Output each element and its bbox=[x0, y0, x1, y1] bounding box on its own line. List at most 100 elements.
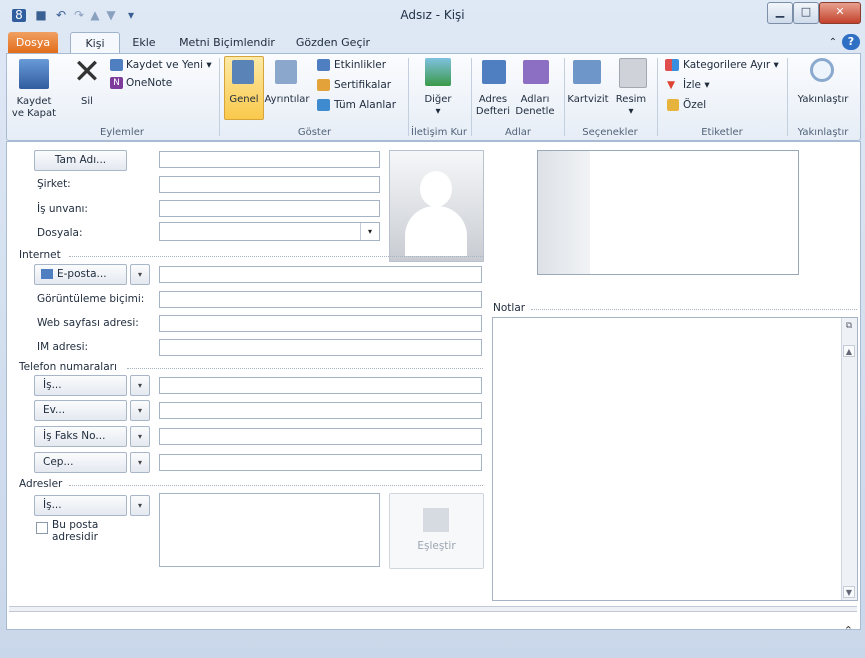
general-view-label: Genel bbox=[229, 94, 259, 105]
delete-x-icon: ✕ bbox=[72, 52, 102, 92]
email-button-label: E-posta... bbox=[57, 268, 107, 280]
mailing-address-checkbox[interactable] bbox=[36, 522, 48, 534]
phone-business-field[interactable] bbox=[159, 377, 482, 394]
activities-button[interactable]: Etkinlikler bbox=[334, 58, 386, 72]
tab-review[interactable]: Gözden Geçir bbox=[290, 32, 376, 53]
section-divider bbox=[531, 309, 857, 310]
tab-file[interactable]: Dosya bbox=[8, 32, 58, 53]
phone-home-button[interactable]: Ev... bbox=[34, 400, 127, 421]
phone-fax-button[interactable]: İş Faks No... bbox=[34, 426, 127, 447]
close-button[interactable]: ✕ bbox=[819, 2, 861, 24]
contact-silhouette-body bbox=[405, 206, 467, 256]
group-show-label: Göster bbox=[297, 127, 332, 138]
section-divider bbox=[127, 368, 483, 369]
internet-section-label: Internet bbox=[19, 249, 61, 261]
picture-label: Resim bbox=[615, 94, 647, 105]
chevron-down-icon[interactable]: ▾ bbox=[360, 223, 379, 240]
follow-up-label: İzle bbox=[683, 79, 701, 91]
group-separator bbox=[657, 58, 658, 136]
check-names-button[interactable]: Adları Denetle bbox=[513, 94, 557, 118]
private-lock-icon bbox=[667, 99, 679, 111]
outlook-contact-window: 8 ■ ↶ ↷ ▲ ▼ ▾ Adsız - Kişi ▁ □ ✕ Dosya K… bbox=[0, 0, 865, 658]
contact-form: Tam Adı... Şirket: İş unvanı: Dosyala: ▾… bbox=[6, 141, 861, 630]
email-dropdown[interactable]: ▾ bbox=[130, 264, 150, 285]
display-as-field[interactable] bbox=[159, 291, 482, 308]
notes-scrollbar[interactable]: ⧉ ▲ ▼ bbox=[841, 318, 857, 600]
phone-home-field[interactable] bbox=[159, 402, 482, 419]
onenote-button[interactable]: OneNote bbox=[126, 76, 172, 90]
tab-contact[interactable]: Kişi bbox=[70, 32, 120, 54]
help-icon[interactable]: ? bbox=[842, 34, 860, 50]
phone-business-button[interactable]: İş... bbox=[34, 375, 127, 396]
company-field[interactable] bbox=[159, 176, 380, 193]
map-icon bbox=[423, 508, 449, 532]
picture-button[interactable]: Resim ▾ bbox=[611, 94, 651, 118]
notes-textarea[interactable]: ⧉ ▲ ▼ bbox=[492, 317, 858, 601]
follow-up-flag-icon: ▼ bbox=[667, 79, 676, 91]
phone-mobile-field[interactable] bbox=[159, 454, 482, 471]
addresses-section-label: Adresler bbox=[19, 478, 63, 490]
contact-photo[interactable] bbox=[389, 150, 484, 262]
more-communicate-button[interactable]: Diğer ▾ bbox=[411, 94, 465, 118]
mailing-address-label: Bu posta adresidir bbox=[52, 519, 99, 543]
ribbon-tabs: Dosya Kişi Ekle Metni Biçimlendir Gözden… bbox=[0, 30, 865, 54]
save-close-icon bbox=[19, 59, 49, 89]
display-as-label: Görüntüleme biçimi: bbox=[37, 293, 145, 305]
map-it-label: Eşleştir bbox=[417, 540, 456, 552]
phone-mobile-dropdown[interactable]: ▾ bbox=[130, 452, 150, 473]
scroll-up-icon[interactable]: ▲ bbox=[843, 345, 855, 357]
phone-fax-dropdown[interactable]: ▾ bbox=[130, 426, 150, 447]
form-splitter[interactable] bbox=[9, 606, 857, 612]
check-names-icon bbox=[523, 60, 549, 84]
group-communicate-label: İletişim Kur bbox=[411, 127, 467, 138]
full-name-field[interactable] bbox=[159, 151, 380, 168]
follow-up-button[interactable]: İzle ▾ bbox=[683, 78, 710, 92]
job-title-field[interactable] bbox=[159, 200, 380, 217]
expand-people-pane-icon[interactable]: ⌃ bbox=[844, 624, 853, 637]
tab-format-text[interactable]: Metni Biçimlendir bbox=[172, 32, 282, 53]
save-new-button[interactable]: Kaydet ve Yeni ▾ bbox=[126, 58, 212, 72]
private-button[interactable]: Özel bbox=[683, 98, 706, 112]
delete-button[interactable]: Sil bbox=[73, 96, 101, 108]
categorize-button[interactable]: Kategorilere Ayır ▾ bbox=[683, 58, 779, 72]
address-book-button[interactable]: Adres Defteri bbox=[473, 94, 513, 118]
phone-mobile-button[interactable]: Cep... bbox=[34, 452, 127, 473]
address-type-dropdown[interactable]: ▾ bbox=[130, 495, 150, 516]
contact-silhouette-icon bbox=[420, 171, 452, 207]
certificates-button[interactable]: Sertifikalar bbox=[334, 78, 391, 92]
tab-insert[interactable]: Ekle bbox=[124, 32, 164, 53]
save-close-button[interactable]: Kaydet ve Kapat bbox=[9, 96, 59, 120]
web-page-label: Web sayfası adresi: bbox=[37, 317, 139, 329]
business-card-preview[interactable] bbox=[537, 150, 799, 275]
address-textarea[interactable] bbox=[159, 493, 380, 567]
minimize-ribbon-icon[interactable]: ⌃ bbox=[826, 32, 840, 53]
section-divider bbox=[69, 485, 483, 486]
group-names-label: Adlar bbox=[504, 127, 532, 138]
title-bar: 8 ■ ↶ ↷ ▲ ▼ ▾ Adsız - Kişi ▁ □ ✕ bbox=[0, 0, 865, 30]
save-new-icon bbox=[110, 59, 123, 71]
activities-icon bbox=[317, 59, 330, 71]
full-name-button[interactable]: Tam Adı... bbox=[34, 150, 127, 171]
web-page-field[interactable] bbox=[159, 315, 482, 332]
phone-home-dropdown[interactable]: ▾ bbox=[130, 400, 150, 421]
details-icon bbox=[275, 60, 297, 84]
address-business-button[interactable]: İş... bbox=[34, 495, 127, 516]
phone-business-dropdown[interactable]: ▾ bbox=[130, 375, 150, 396]
picture-icon bbox=[619, 58, 647, 88]
scroll-down-icon[interactable]: ▼ bbox=[843, 586, 855, 598]
all-fields-button[interactable]: Tüm Alanlar bbox=[334, 98, 396, 112]
details-button[interactable]: Ayrıntılar bbox=[264, 94, 310, 106]
group-separator bbox=[219, 58, 220, 136]
minimize-button[interactable]: ▁ bbox=[767, 2, 793, 24]
maximize-button[interactable]: □ bbox=[793, 2, 819, 24]
map-it-button[interactable]: Eşleştir bbox=[389, 493, 484, 569]
file-as-combobox[interactable]: ▾ bbox=[159, 222, 380, 241]
email-button[interactable]: E-posta... bbox=[34, 264, 127, 285]
business-card-button[interactable]: Kartvizit bbox=[565, 94, 611, 106]
expand-icon[interactable]: ⧉ bbox=[843, 320, 855, 332]
im-address-field[interactable] bbox=[159, 339, 482, 356]
email-field[interactable] bbox=[159, 266, 482, 283]
phone-fax-field[interactable] bbox=[159, 428, 482, 445]
all-fields-icon bbox=[317, 99, 330, 111]
zoom-button[interactable]: Yakınlaştır bbox=[789, 94, 857, 106]
